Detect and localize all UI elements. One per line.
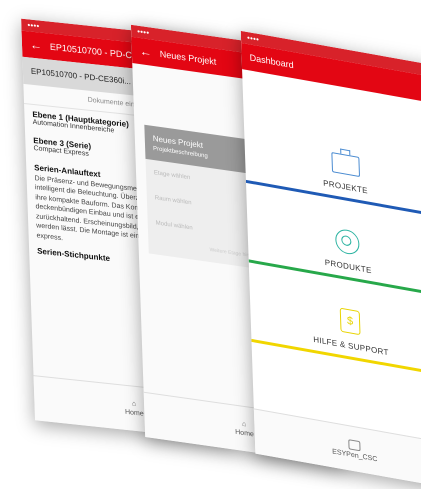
nav-home-label: Home (235, 428, 255, 439)
help-icon (339, 307, 361, 336)
home-icon: ⌂ (241, 420, 247, 429)
app-bar-title: Neues Projekt (159, 48, 217, 67)
app-bar-title: Dashboard (249, 52, 294, 71)
product-ring-icon (334, 227, 360, 257)
nav-home-label: Home (124, 408, 144, 418)
user-card-icon (348, 438, 361, 451)
select-module-label: Modul wählen (155, 219, 193, 232)
nav-home[interactable]: ⌂ Home (125, 400, 144, 418)
back-arrow-icon[interactable]: ← (140, 44, 152, 60)
home-icon: ⌂ (131, 400, 137, 408)
user-label: ESYPen_CSC (332, 447, 378, 463)
products-label: PRODUKTE (324, 257, 372, 276)
bottom-nav: ESYPen_CSC (253, 408, 421, 489)
nav-user[interactable]: ESYPen_CSC (332, 436, 378, 463)
nav-home[interactable]: ⌂ Home (235, 420, 254, 439)
select-room-label: Raum wählen (154, 194, 192, 206)
select-floor-label: Etage wählen (153, 169, 191, 181)
projects-label: PROJEKTE (322, 178, 368, 196)
briefcase-icon (331, 150, 361, 178)
phone-dashboard: ●●●●▮ Dashboard PROJEKTE PRODUKTE HILFE … (240, 30, 421, 489)
back-arrow-icon[interactable]: ← (30, 38, 42, 53)
